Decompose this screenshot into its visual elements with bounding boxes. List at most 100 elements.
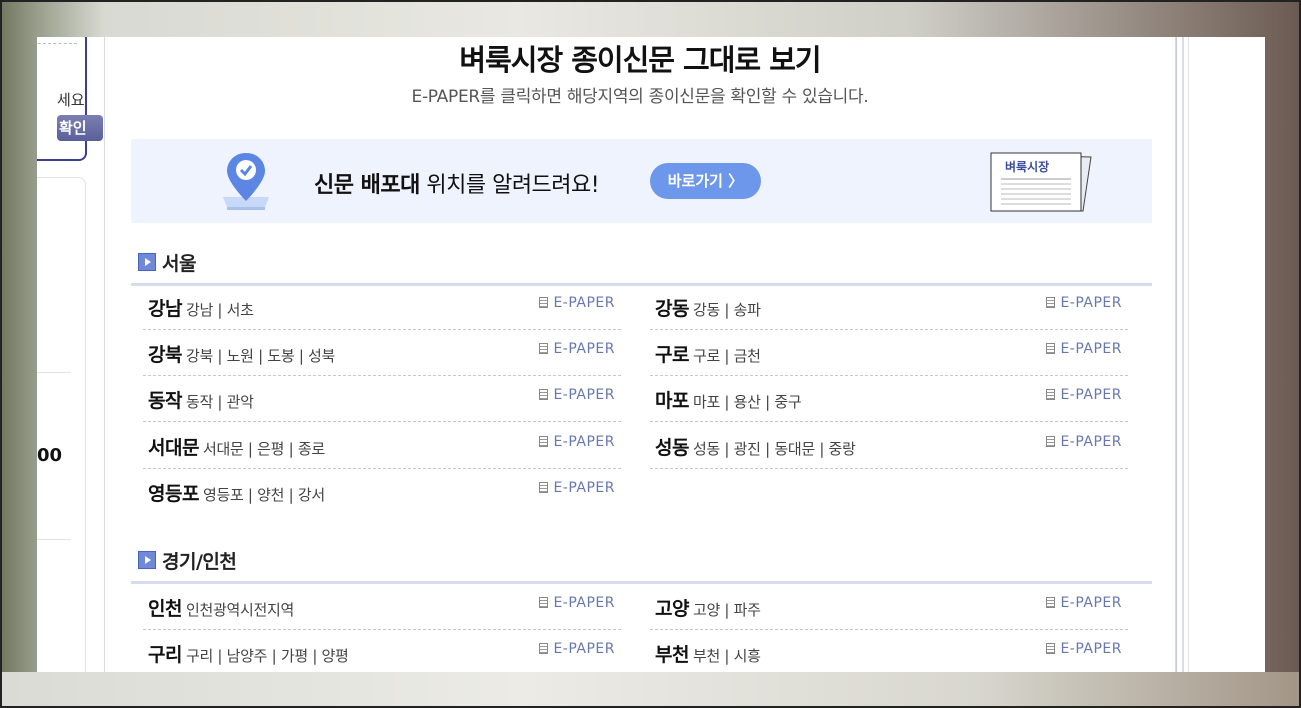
epaper-label: E-PAPER bbox=[553, 295, 615, 311]
document-icon bbox=[539, 389, 549, 400]
divider bbox=[1188, 37, 1189, 672]
region-areas: 인천광역시전지역 bbox=[185, 601, 294, 619]
location-pin-icon bbox=[223, 153, 269, 210]
region-row[interactable]: 강동 강동 | 송파 E-PAPER bbox=[650, 284, 1128, 330]
region-label: 인천 bbox=[148, 598, 182, 620]
section-arrow-icon bbox=[138, 253, 156, 271]
newspaper-label: 벼룩시장 bbox=[1005, 159, 1049, 174]
document-icon bbox=[539, 297, 549, 308]
region-areas: 강북 | 노원 | 도봉 | 성북 bbox=[185, 347, 336, 365]
document-icon bbox=[539, 436, 549, 447]
region-name: 서대문 서대문 | 은평 | 종로 bbox=[148, 433, 325, 460]
document-icon bbox=[1046, 436, 1056, 447]
region-label: 고양 bbox=[655, 598, 689, 620]
region-areas: 성동 | 광진 | 동대문 | 중랑 bbox=[692, 440, 856, 458]
region-row[interactable]: 서대문 서대문 | 은평 | 종로 E-PAPER bbox=[143, 423, 621, 469]
region-areas: 구로 | 금천 bbox=[692, 347, 761, 365]
banner-text-rest: 위치를 알려드려요! bbox=[419, 173, 600, 198]
go-button[interactable]: 바로가기 〉 bbox=[650, 163, 761, 199]
epaper-label: E-PAPER bbox=[1060, 641, 1122, 657]
banner-text: 신문 배포대 위치를 알려드려요! bbox=[314, 167, 600, 199]
divider bbox=[37, 43, 77, 44]
epaper-label: E-PAPER bbox=[1060, 341, 1122, 357]
region-row[interactable]: 구리 구리 | 남양주 | 가평 | 양평 E-PAPER bbox=[143, 630, 621, 672]
region-label: 강북 bbox=[148, 344, 182, 366]
epaper-link[interactable]: E-PAPER bbox=[539, 434, 615, 450]
region-label: 구로 bbox=[655, 344, 689, 366]
distribution-banner[interactable]: 신문 배포대 위치를 알려드려요! 바로가기 〉 벼룩시장 bbox=[131, 139, 1152, 223]
region-label: 마포 bbox=[655, 390, 689, 412]
region-row[interactable]: 마포 마포 | 용산 | 중구 E-PAPER bbox=[650, 376, 1128, 422]
document-icon bbox=[1046, 643, 1056, 654]
region-name: 부천 부천 | 시흥 bbox=[655, 640, 761, 667]
side-card bbox=[37, 177, 86, 672]
epaper-label: E-PAPER bbox=[553, 641, 615, 657]
epaper-link[interactable]: E-PAPER bbox=[539, 480, 615, 496]
section-title: 서울 bbox=[162, 253, 196, 275]
document-icon bbox=[1046, 389, 1056, 400]
epaper-link[interactable]: E-PAPER bbox=[539, 641, 615, 657]
login-confirm-button[interactable]: 확인 bbox=[57, 115, 103, 141]
epaper-link[interactable]: E-PAPER bbox=[539, 295, 615, 311]
region-row[interactable]: 영등포 영등포 | 양천 | 강서 E-PAPER bbox=[143, 469, 621, 515]
epaper-link[interactable]: E-PAPER bbox=[1046, 595, 1122, 611]
region-row[interactable]: 구로 구로 | 금천 E-PAPER bbox=[650, 330, 1128, 376]
region-label: 강남 bbox=[148, 298, 182, 320]
divider bbox=[1176, 37, 1177, 672]
region-name: 동작 동작 | 관악 bbox=[148, 386, 254, 413]
region-row[interactable]: 강남 강남 | 서초 E-PAPER bbox=[143, 284, 621, 330]
region-name: 강북 강북 | 노원 | 도봉 | 성북 bbox=[148, 340, 335, 367]
epaper-link[interactable]: E-PAPER bbox=[539, 595, 615, 611]
page-title: 벼룩시장 종이신문 그대로 보기 bbox=[459, 43, 821, 77]
newspaper-icon: 벼룩시장 bbox=[990, 152, 1092, 212]
epaper-link[interactable]: E-PAPER bbox=[1046, 387, 1122, 403]
region-areas: 영등포 | 양천 | 강서 bbox=[202, 486, 325, 504]
region-row[interactable]: 동작 동작 | 관악 E-PAPER bbox=[143, 376, 621, 422]
document-icon bbox=[539, 597, 549, 608]
region-areas: 마포 | 용산 | 중구 bbox=[692, 393, 802, 411]
epaper-link[interactable]: E-PAPER bbox=[539, 341, 615, 357]
region-name: 인천 인천광역시전지역 bbox=[148, 594, 294, 621]
left-sidebar: 세요 확인 00 bbox=[37, 37, 103, 672]
region-label: 성동 bbox=[655, 437, 689, 459]
region-label: 강동 bbox=[655, 298, 689, 320]
region-name: 구로 구로 | 금천 bbox=[655, 340, 761, 367]
epaper-label: E-PAPER bbox=[553, 480, 615, 496]
divider bbox=[37, 372, 71, 373]
epaper-label: E-PAPER bbox=[1060, 595, 1122, 611]
document-icon bbox=[539, 343, 549, 354]
epaper-link[interactable]: E-PAPER bbox=[1046, 341, 1122, 357]
region-row[interactable]: 강북 강북 | 노원 | 도봉 | 성북 E-PAPER bbox=[143, 330, 621, 376]
region-areas: 강동 | 송파 bbox=[692, 301, 761, 319]
region-row[interactable]: 인천 인천광역시전지역 E-PAPER bbox=[143, 584, 621, 630]
epaper-link[interactable]: E-PAPER bbox=[539, 387, 615, 403]
region-label: 구리 bbox=[148, 644, 182, 666]
page: 세요 확인 00 벼룩시장 종이신문 그대로 보기 E-PAPER를 클릭하면 … bbox=[37, 37, 1265, 672]
region-areas: 동작 | 관악 bbox=[185, 393, 254, 411]
document-icon bbox=[539, 482, 549, 493]
document-icon bbox=[1046, 297, 1056, 308]
region-row[interactable]: 부천 부천 | 시흥 E-PAPER bbox=[650, 630, 1128, 672]
region-label: 부천 bbox=[655, 644, 689, 666]
section-title: 경기/인천 bbox=[162, 551, 237, 573]
region-row[interactable]: 고양 고양 | 파주 E-PAPER bbox=[650, 584, 1128, 630]
epaper-link[interactable]: E-PAPER bbox=[1046, 295, 1122, 311]
epaper-label: E-PAPER bbox=[553, 341, 615, 357]
region-name: 성동 성동 | 광진 | 동대문 | 중랑 bbox=[655, 433, 856, 460]
region-label: 영등포 bbox=[148, 483, 199, 505]
region-name: 강동 강동 | 송파 bbox=[655, 294, 761, 321]
region-name: 마포 마포 | 용산 | 중구 bbox=[655, 386, 802, 413]
epaper-label: E-PAPER bbox=[1060, 295, 1122, 311]
divider bbox=[37, 539, 71, 540]
document-icon bbox=[1046, 597, 1056, 608]
document-icon bbox=[1046, 343, 1056, 354]
region-name: 영등포 영등포 | 양천 | 강서 bbox=[148, 479, 325, 506]
region-areas: 강남 | 서초 bbox=[185, 301, 254, 319]
epaper-link[interactable]: E-PAPER bbox=[1046, 641, 1122, 657]
main-content: 벼룩시장 종이신문 그대로 보기 E-PAPER를 클릭하면 해당지역의 종이신… bbox=[104, 37, 1176, 672]
divider bbox=[1182, 37, 1184, 672]
section-arrow-icon bbox=[138, 551, 156, 569]
region-row[interactable]: 성동 성동 | 광진 | 동대문 | 중랑 E-PAPER bbox=[650, 423, 1128, 469]
epaper-link[interactable]: E-PAPER bbox=[1046, 434, 1122, 450]
region-label: 동작 bbox=[148, 390, 182, 412]
